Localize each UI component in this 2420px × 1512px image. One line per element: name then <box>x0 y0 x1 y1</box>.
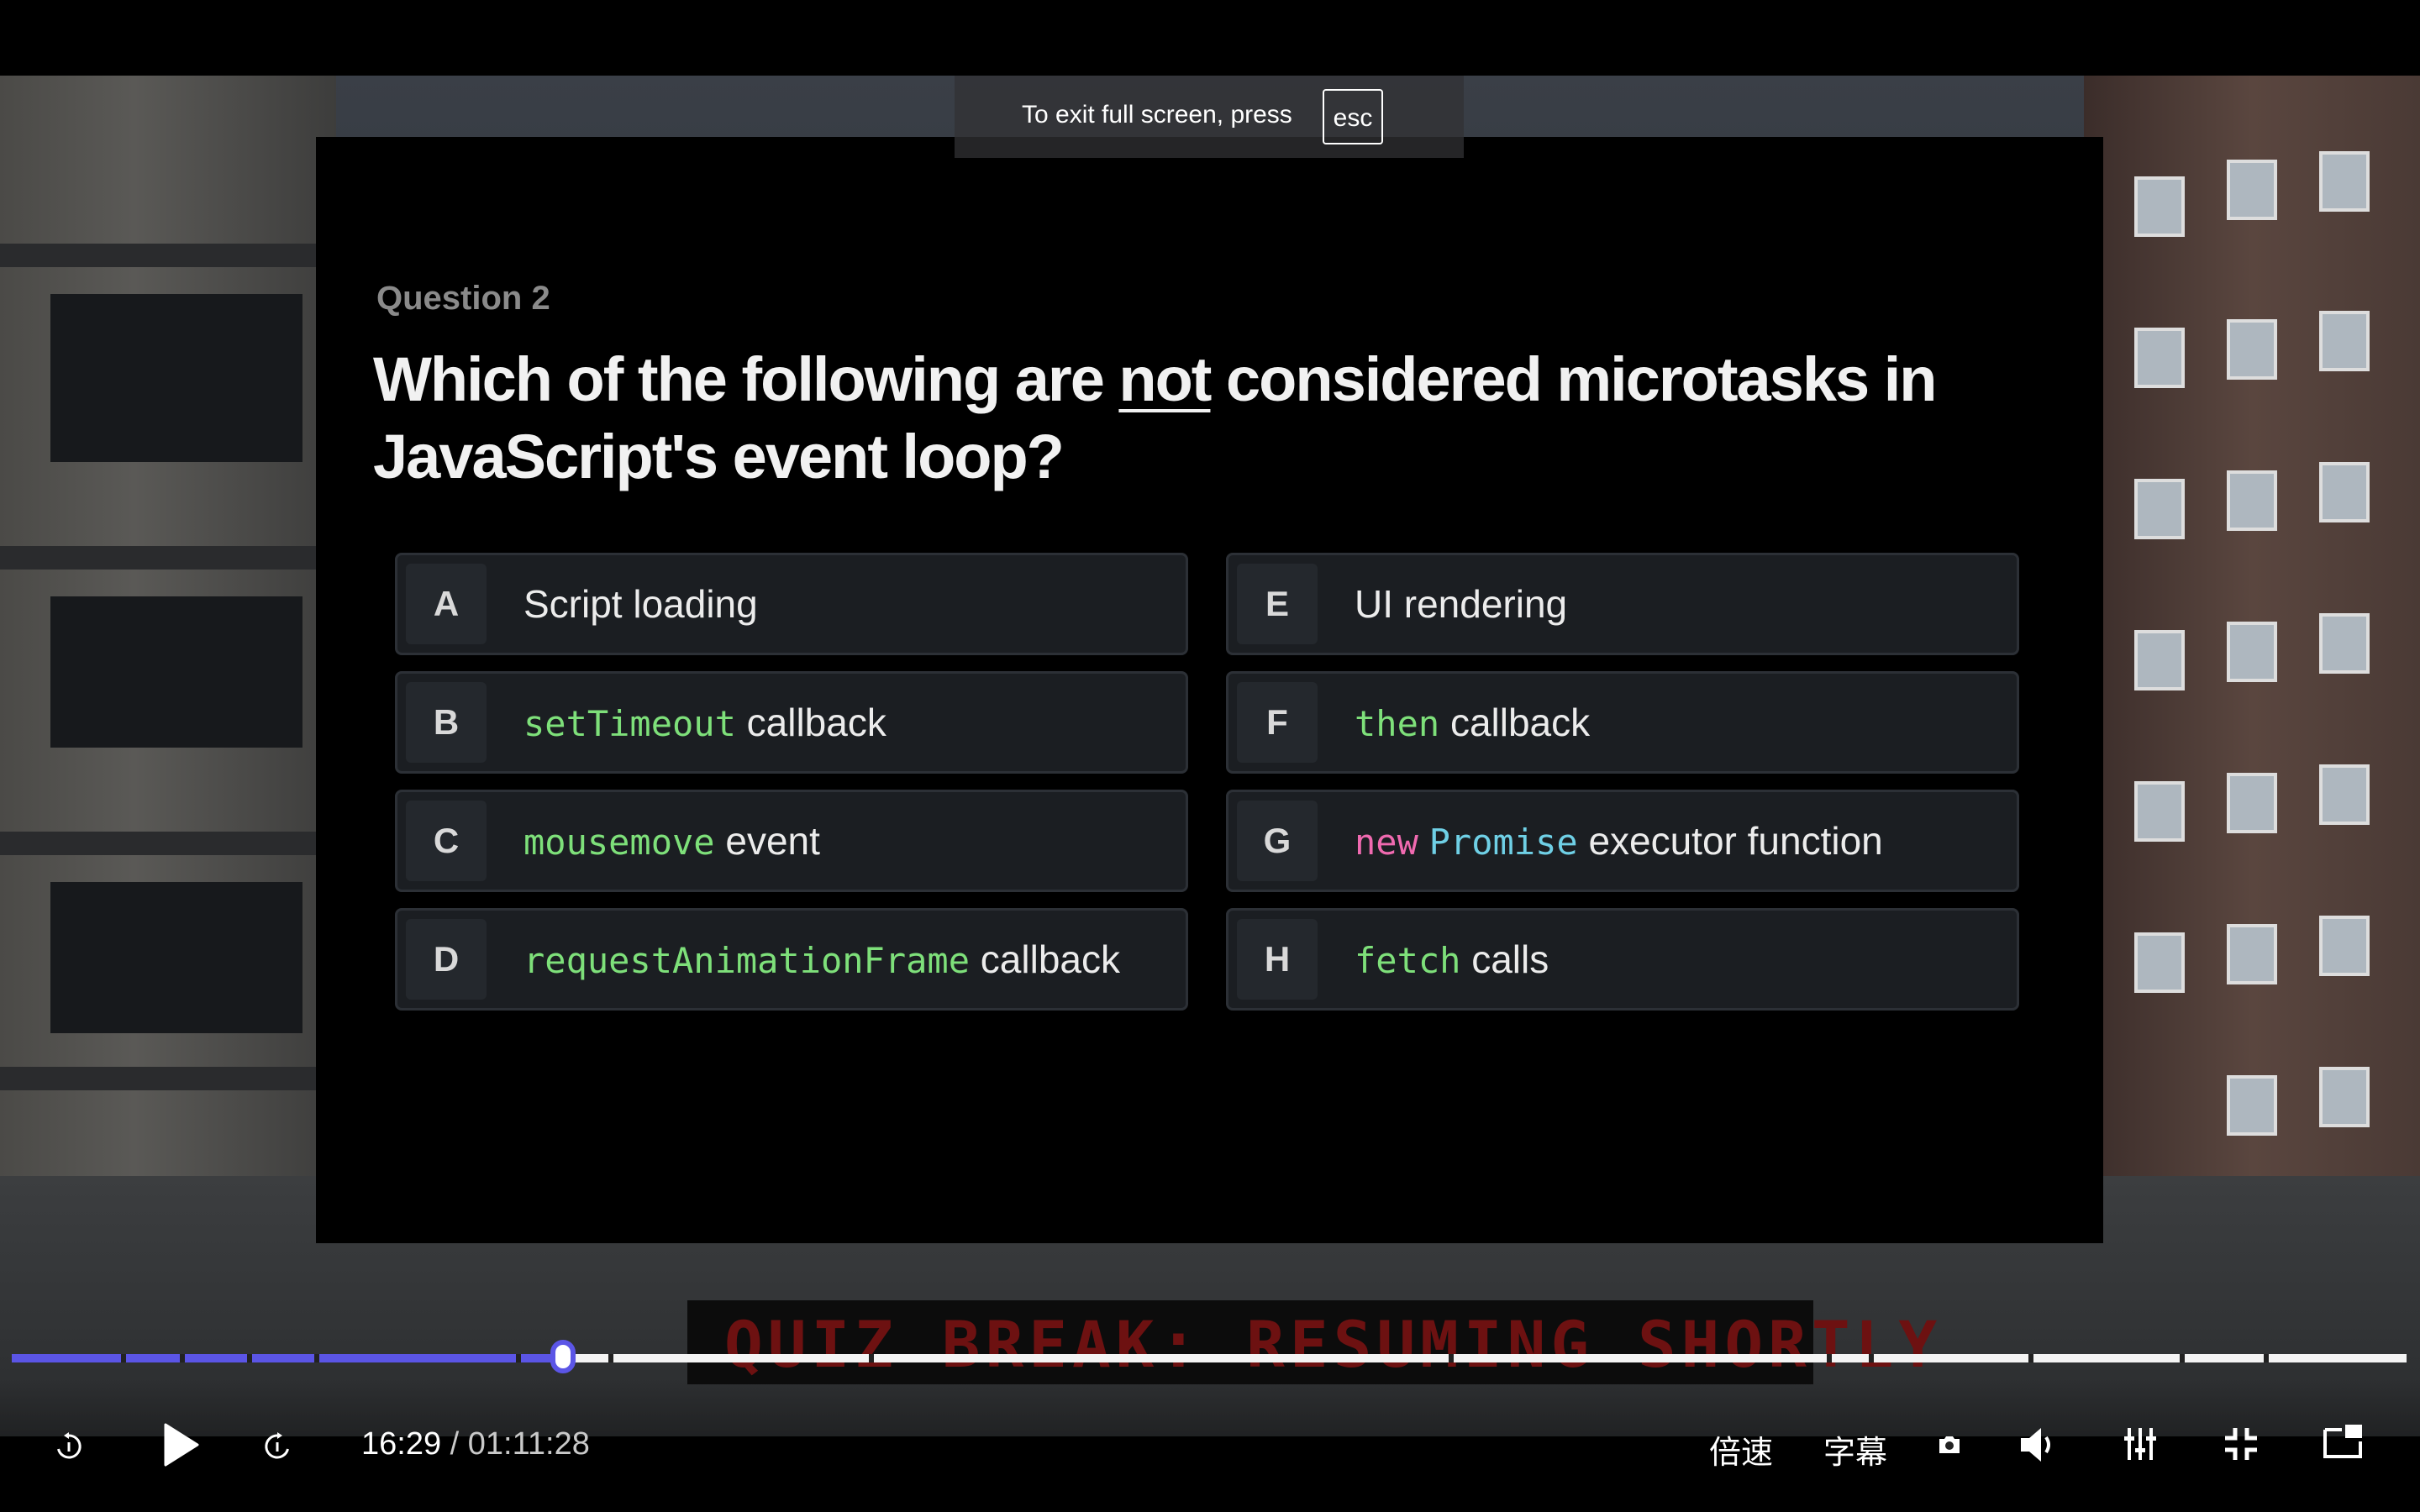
esc-key-hint: esc <box>1323 89 1383 144</box>
fullscreen-notice-text: To exit full screen, press <box>1022 101 1292 129</box>
camera-icon <box>1939 1436 1960 1453</box>
option-letter: D <box>406 919 487 1000</box>
forward-icon <box>265 1432 289 1459</box>
current-time: 16:29 <box>361 1426 442 1462</box>
quiz-slide: Question 2 Which of the following are no… <box>316 137 2103 1243</box>
option-a: A Script loading <box>395 553 1188 655</box>
chapter-marker <box>247 1354 252 1362</box>
option-code-keyword: new <box>1355 822 1418 863</box>
forward-button[interactable] <box>259 1428 296 1465</box>
option-text: then callback <box>1355 674 1590 771</box>
question-title: Which of the following are not considere… <box>373 341 2054 496</box>
option-text: requestAnimationFrame callback <box>523 911 1120 1008</box>
option-label: event <box>725 819 820 863</box>
option-text: setTimeout callback <box>523 674 886 771</box>
time-separator: / <box>450 1426 460 1462</box>
duration: 01:11:28 <box>467 1426 590 1462</box>
option-code: mousemove <box>523 822 715 863</box>
option-code: setTimeout <box>523 703 736 744</box>
option-g: G new Promise executor function <box>1226 790 2019 892</box>
option-label: UI rendering <box>1355 582 1568 626</box>
option-b: B setTimeout callback <box>395 671 1188 774</box>
screenshot-button[interactable] <box>1933 1430 1966 1460</box>
chapter-marker <box>516 1354 521 1362</box>
play-icon <box>164 1423 199 1467</box>
option-text: new Promise executor function <box>1355 792 1883 890</box>
time-display: 16:29 / 01:11:28 <box>361 1426 590 1462</box>
option-e: E UI rendering <box>1226 553 2019 655</box>
option-letter: A <box>406 564 487 644</box>
option-letter: E <box>1237 564 1318 644</box>
chapter-marker <box>2028 1354 2033 1362</box>
chapter-marker <box>314 1354 319 1362</box>
option-letter: C <box>406 801 487 881</box>
ticker-text: QUIZ BREAK: RESUMING SHORTLY <box>724 1307 1943 1382</box>
rewind-button[interactable] <box>50 1428 87 1465</box>
option-code: requestAnimationFrame <box>523 940 971 981</box>
picture-in-picture-button[interactable] <box>2321 1421 2365 1462</box>
option-code: Promise <box>1428 822 1578 863</box>
play-button[interactable] <box>160 1421 202 1468</box>
fullscreen-notice: To exit full screen, press esc <box>955 76 1464 158</box>
settings-button[interactable] <box>2121 1423 2160 1465</box>
question-title-emphasis: not <box>1118 344 1212 414</box>
chapter-marker <box>608 1354 613 1362</box>
chapter-marker <box>1449 1354 1454 1362</box>
option-text: Script loading <box>523 555 758 653</box>
equalizer-icon <box>2124 1428 2156 1460</box>
option-h: H fetch calls <box>1226 908 2019 1011</box>
question-title-part1: Which of the following are <box>373 344 1119 414</box>
option-label: callback <box>746 701 886 744</box>
picture-in-picture-icon <box>2323 1425 2362 1458</box>
chapter-marker <box>1869 1354 1874 1362</box>
option-label: executor function <box>1588 819 1883 863</box>
right-building <box>2084 76 2420 1285</box>
chapter-marker <box>869 1354 874 1362</box>
speaker-icon <box>2021 1428 2050 1462</box>
subtitle-button[interactable]: 字幕 <box>1823 1426 1887 1473</box>
question-label: Question 2 <box>376 280 550 317</box>
chapter-marker <box>2264 1354 2269 1362</box>
option-label: calls <box>1471 937 1549 981</box>
progress-played <box>12 1354 563 1362</box>
option-letter: F <box>1237 682 1318 763</box>
option-c: C mousemove event <box>395 790 1188 892</box>
chapter-marker <box>1827 1354 1832 1362</box>
rewind-icon <box>57 1432 82 1459</box>
progress-thumb[interactable] <box>550 1340 576 1373</box>
option-code: then <box>1355 703 1440 744</box>
option-text: mousemove event <box>523 792 820 890</box>
option-letter: H <box>1237 919 1318 1000</box>
exit-fullscreen-icon <box>2225 1428 2257 1460</box>
chapter-marker <box>2180 1354 2185 1362</box>
option-label: Script loading <box>523 582 758 626</box>
option-text: fetch calls <box>1355 911 1549 1008</box>
option-label: callback <box>980 937 1120 981</box>
option-label: callback <box>1449 701 1591 744</box>
exit-fullscreen-button[interactable] <box>2220 1423 2262 1465</box>
option-f: F then callback <box>1226 671 2019 774</box>
speed-button[interactable]: 倍速 <box>1709 1426 1773 1473</box>
option-code: fetch <box>1355 940 1461 981</box>
chapter-marker <box>180 1354 185 1362</box>
option-letter: B <box>406 682 487 763</box>
volume-button[interactable] <box>2015 1423 2062 1467</box>
option-letter: G <box>1237 801 1318 881</box>
option-d: D requestAnimationFrame callback <box>395 908 1188 1011</box>
progress-bar[interactable] <box>12 1340 2407 1373</box>
option-text: UI rendering <box>1355 555 1567 653</box>
chapter-marker <box>121 1354 126 1362</box>
